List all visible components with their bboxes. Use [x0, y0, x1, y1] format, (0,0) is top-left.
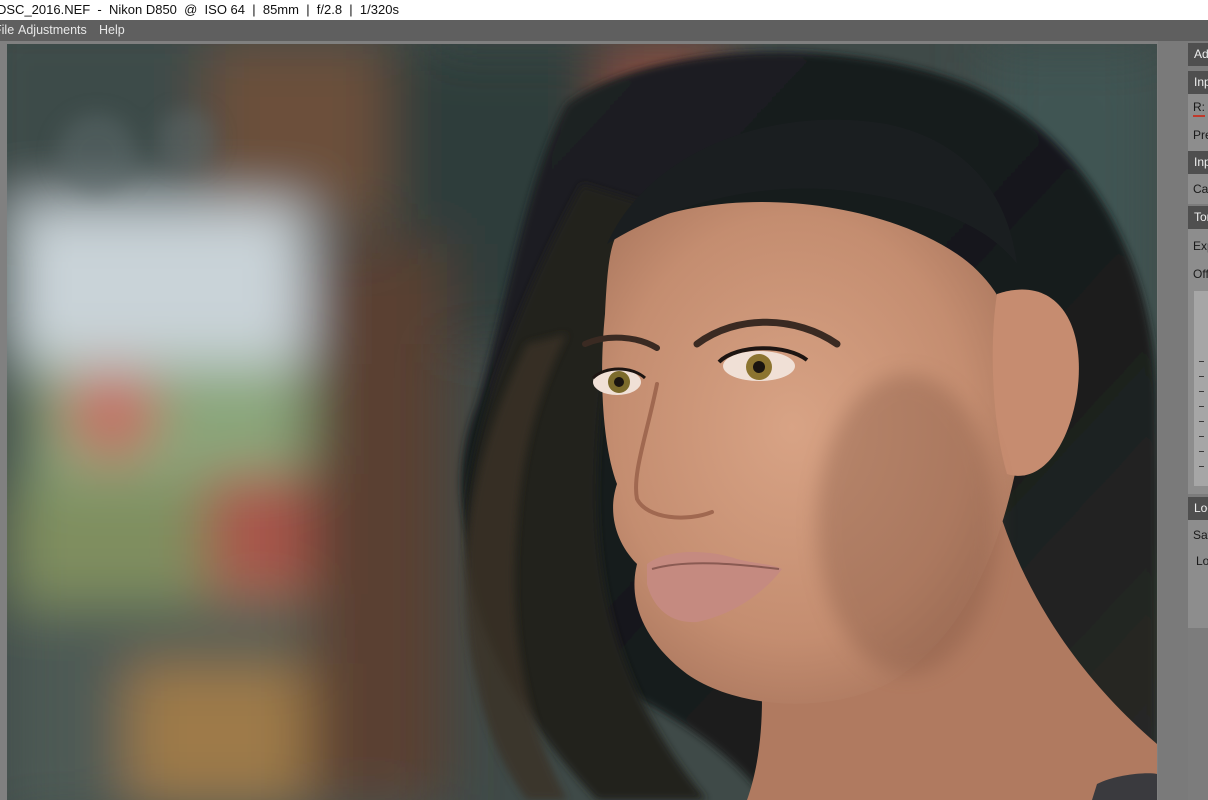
row-local-label[interactable]: Local — [1196, 554, 1208, 568]
adjustments-panel: Adjustments Input R: Preset Input Camera… — [1188, 41, 1208, 800]
red-channel-marker — [1193, 115, 1205, 117]
curve-tick — [1199, 391, 1204, 392]
curve-tick — [1199, 421, 1204, 422]
window-title: DSC_2016.NEF - Nikon D850 @ ISO 64 | 85m… — [0, 2, 399, 17]
curve-tick — [1199, 406, 1204, 407]
section-header-adjustments[interactable]: Adjustments — [1188, 43, 1208, 66]
row-r-label: R: — [1193, 100, 1205, 114]
image-viewport[interactable] — [0, 41, 1158, 800]
section-header-tone[interactable]: Tone — [1188, 206, 1208, 229]
row-exposure-label[interactable]: Exposure — [1193, 239, 1208, 253]
section-body-input: R: Preset — [1188, 94, 1208, 151]
menu-file[interactable]: File — [0, 20, 14, 41]
curve-tick — [1199, 361, 1204, 362]
menu-adjustments[interactable]: Adjustments — [18, 20, 87, 41]
menu-help[interactable]: Help — [99, 20, 125, 41]
curve-tick — [1199, 436, 1204, 437]
row-saturation-label[interactable]: Saturation — [1193, 528, 1208, 542]
curve-tick — [1199, 451, 1204, 452]
row-preset-label[interactable]: Preset — [1193, 128, 1208, 142]
panel-scroll-gutter — [1158, 41, 1188, 800]
row-camera-label[interactable]: Camera — [1193, 182, 1208, 196]
section-body-local: Saturation Local — [1188, 520, 1208, 628]
section-header-local[interactable]: Local — [1188, 497, 1208, 520]
curve-tick — [1199, 466, 1204, 467]
row-offset-label[interactable]: Offset — [1193, 267, 1208, 281]
section-header-input-2[interactable]: Input — [1188, 151, 1208, 174]
section-body-tone: Exposure Offset — [1188, 229, 1208, 494]
photo-preview[interactable] — [7, 44, 1157, 800]
section-header-input[interactable]: Input — [1188, 71, 1208, 94]
title-bar: DSC_2016.NEF - Nikon D850 @ ISO 64 | 85m… — [0, 0, 1208, 20]
menu-bar: File Adjustments Help — [0, 20, 1208, 41]
portrait-photo — [7, 44, 1157, 800]
curve-tick — [1199, 376, 1204, 377]
section-body-input-2: Camera — [1188, 174, 1208, 204]
tone-curve-box[interactable] — [1194, 291, 1208, 486]
